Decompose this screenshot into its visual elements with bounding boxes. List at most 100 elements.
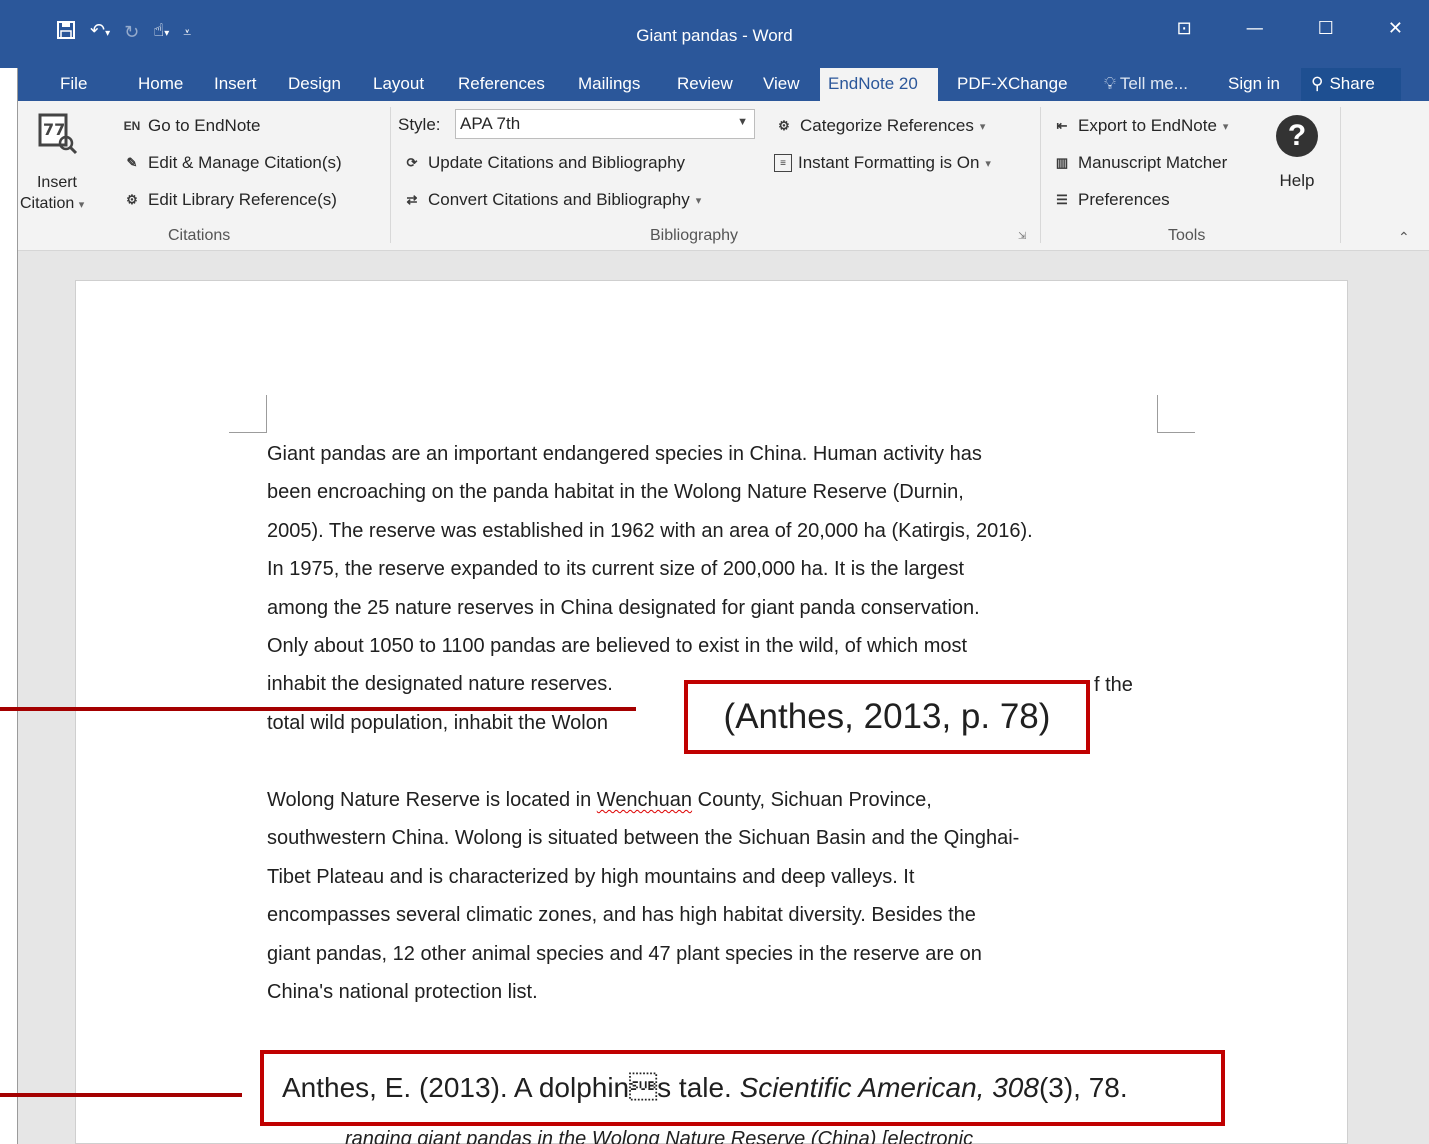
misspelled-word[interactable]: Wenchuan	[597, 789, 692, 811]
bibliography-group-label: Bibliography	[650, 227, 739, 244]
update-bibliography-icon: ⟳	[406, 155, 418, 170]
convert-label: Convert Citations and Bibliography	[428, 190, 690, 209]
help-button[interactable]: ? Help	[1272, 115, 1322, 191]
group-divider	[1340, 107, 1341, 243]
edit-manage-citations-button[interactable]: ✎ Edit & Manage Citation(s)	[122, 151, 342, 175]
title-bar: ↶▾ ↻ ☝▾ ⩡ Giant pandas - Word ⊡ — ☐ ✕	[0, 0, 1429, 68]
insert-citation-label-2: Citation	[20, 195, 75, 212]
edit-citation-icon: ✎	[126, 155, 138, 170]
tab-layout[interactable]: Layout	[367, 68, 430, 101]
text-line: Only about 1050 to 1100 pandas are belie…	[267, 635, 968, 658]
sign-in-link[interactable]: Sign in	[1222, 68, 1286, 101]
collapse-ribbon-icon[interactable]: ⌃	[1398, 229, 1410, 246]
text-line: Wolong Nature Reserve is located in Wenc…	[267, 781, 1019, 819]
manuscript-matcher-button[interactable]: ▥ Manuscript Matcher	[1052, 151, 1227, 175]
manuscript-matcher-icon: ▥	[1055, 155, 1069, 170]
categorize-references-button[interactable]: ⚙ Categorize References ▾	[774, 114, 985, 138]
text-line: giant pandas, 12 other animal species an…	[267, 942, 982, 965]
tab-file[interactable]: File	[54, 68, 93, 101]
update-label: Update Citations and Bibliography	[428, 153, 686, 172]
svg-text:77: 77	[43, 120, 65, 139]
edit-library-label: Edit Library Reference(s)	[148, 190, 337, 209]
close-button[interactable]: ✕	[1388, 18, 1403, 39]
instant-formatting-button[interactable]: ≡ Instant Formatting is On ▾	[774, 151, 991, 175]
edit-manage-label: Edit & Manage Citation(s)	[148, 153, 342, 172]
text-span: Wolong Nature Reserve is located in	[267, 789, 597, 811]
convert-citations-button[interactable]: ⇄ Convert Citations and Bibliography ▾	[402, 188, 702, 212]
chevron-down-icon: ▾	[979, 120, 986, 133]
reference-callout: Anthes, E. (2013). A dolphins tale. Sci…	[260, 1050, 1225, 1126]
go-to-endnote-button[interactable]: EN Go to EndNote	[122, 114, 261, 138]
tools-group-label: Tools	[1168, 227, 1206, 244]
margin-corner-top-left	[229, 395, 267, 433]
reference-journal: Scientific American, 308	[739, 1072, 1039, 1103]
text-line: among the 25 nature reserves in China de…	[267, 596, 980, 619]
chevron-down-icon: ▾	[985, 157, 991, 170]
text-line: In 1975, the reserve expanded to its cur…	[267, 558, 965, 581]
person-icon: ⚲	[1311, 74, 1324, 93]
tab-review[interactable]: Review	[671, 68, 739, 101]
preferences-button[interactable]: ☰ Preferences	[1052, 188, 1170, 212]
style-dropdown[interactable]: APA 7th ▼	[455, 109, 755, 139]
export-label: Export to EndNote	[1078, 116, 1217, 135]
chevron-down-icon: ▾	[695, 194, 702, 207]
tab-home[interactable]: Home	[132, 68, 189, 101]
insert-citation-button[interactable]: 77 Insert Citation ▾	[20, 111, 85, 215]
export-to-endnote-button[interactable]: ⇤ Export to EndNote ▾	[1052, 114, 1229, 138]
minimize-button[interactable]: —	[1246, 18, 1264, 39]
margin-corner-top-right	[1157, 395, 1195, 433]
update-citations-button[interactable]: ⟳ Update Citations and Bibliography	[402, 151, 686, 175]
preferences-label: Preferences	[1078, 190, 1170, 209]
text-line: encompasses several climatic zones, and …	[267, 904, 976, 927]
instant-formatting-icon: ≡	[774, 154, 792, 172]
paragraph-2[interactable]: Wolong Nature Reserve is located in Wenc…	[267, 781, 1019, 1011]
style-label: Style:	[398, 115, 441, 134]
tell-me-search[interactable]: 💡︎ Tell me...	[1098, 68, 1194, 101]
instant-formatting-label: Instant Formatting is On	[798, 153, 980, 172]
tab-insert[interactable]: Insert	[208, 68, 263, 101]
tab-view[interactable]: View	[757, 68, 806, 101]
chevron-down-icon: ▾	[1222, 120, 1229, 133]
dialog-launcher-icon[interactable]: ⇲	[1018, 231, 1026, 242]
window-controls: ⊡ — ☐ ✕	[1177, 18, 1403, 39]
text-line: 2005). The reserve was established in 19…	[267, 519, 1033, 542]
style-value: APA 7th	[460, 114, 521, 133]
convert-bibliography-icon: ⇄	[406, 192, 418, 207]
tab-pdf-xchange[interactable]: PDF-XChange	[951, 68, 1074, 101]
tab-references[interactable]: References	[452, 68, 551, 101]
preferences-icon: ☰	[1056, 192, 1068, 207]
chevron-down-icon: ▾	[78, 199, 85, 211]
text-line: been encroaching on the panda habitat in…	[267, 481, 964, 504]
export-icon: ⇤	[1056, 118, 1068, 133]
ribbon-display-options-icon[interactable]: ⊡	[1177, 18, 1192, 39]
chevron-down-icon: ▼	[737, 116, 748, 128]
text-span: County, Sichuan Province,	[692, 789, 932, 811]
share-button[interactable]: ⚲ Share	[1301, 68, 1401, 101]
group-divider	[390, 107, 391, 243]
reference-text: Anthes, E. (2013). A dolphins tale.	[282, 1072, 740, 1103]
window-left-edge	[0, 0, 18, 1144]
insert-citation-icon: 77	[38, 113, 78, 155]
categorize-label: Categorize References	[800, 116, 974, 135]
bibliography-partial-line: ranging giant pandas in the Wolong Natur…	[345, 1128, 974, 1144]
tell-me-label: Tell me...	[1119, 74, 1188, 93]
categorize-icon: ⚙	[778, 118, 790, 133]
insert-citation-label-1: Insert	[36, 174, 77, 191]
callout-pointer-line	[0, 1093, 242, 1097]
reference-tail: (3), 78.	[1038, 1072, 1128, 1103]
tab-design[interactable]: Design	[282, 68, 347, 101]
ribbon-tabs: File Home Insert Design Layout Reference…	[18, 68, 1429, 101]
text-line: China's national protection list.	[267, 981, 538, 1004]
text-line: Giant pandas are an important endangered…	[267, 443, 982, 465]
citations-group-label: Citations	[168, 227, 231, 244]
group-divider	[1040, 107, 1041, 243]
text-line: Tibet Plateau and is characterized by hi…	[267, 865, 915, 888]
callout-pointer-line	[0, 707, 636, 711]
lightbulb-icon: 💡︎	[1104, 74, 1116, 93]
tab-mailings[interactable]: Mailings	[572, 68, 646, 101]
help-label: Help	[1279, 171, 1315, 190]
tab-endnote[interactable]: EndNote 20	[820, 68, 938, 101]
edit-library-reference-button[interactable]: ⚙ Edit Library Reference(s)	[122, 188, 337, 212]
maximize-button[interactable]: ☐	[1318, 18, 1334, 39]
endnote-ribbon: 77 Insert Citation ▾ EN Go to EndNote ✎ …	[18, 101, 1429, 251]
